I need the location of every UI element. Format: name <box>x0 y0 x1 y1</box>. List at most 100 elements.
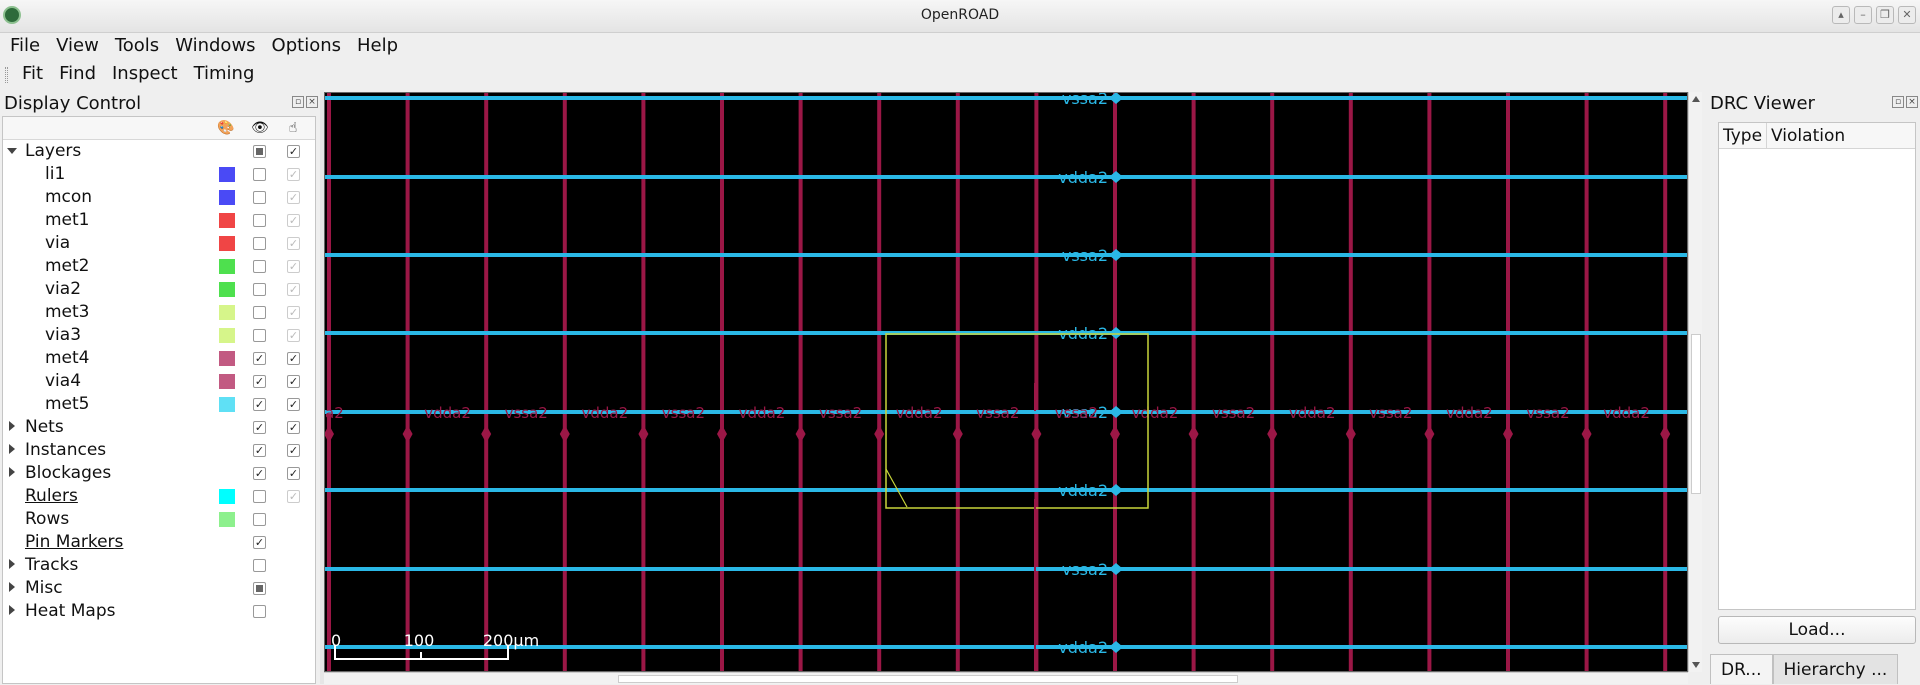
selectable-checkbox[interactable]: ✓ <box>287 375 300 388</box>
selectable-checkbox[interactable]: ✓ <box>287 168 300 181</box>
visible-checkbox[interactable] <box>253 605 266 618</box>
visible-checkbox[interactable] <box>253 214 266 227</box>
inspect-button[interactable]: Inspect <box>104 59 186 89</box>
color-swatch[interactable] <box>219 489 235 504</box>
horizontal-scrollbar[interactable] <box>324 672 1688 684</box>
tree-row-nets[interactable]: Nets ✓ ✓ <box>3 416 315 439</box>
tree-row-rows[interactable]: Rows <box>3 508 315 531</box>
visible-checkbox[interactable] <box>253 168 266 181</box>
visible-checkbox[interactable] <box>253 237 266 250</box>
selectable-checkbox[interactable]: ✓ <box>287 145 300 158</box>
selectable-checkbox[interactable]: ✓ <box>287 214 300 227</box>
vertical-scroll-thumb[interactable] <box>1691 334 1701 494</box>
color-swatch[interactable] <box>219 259 235 274</box>
expand-right-icon[interactable] <box>9 421 15 431</box>
selectable-checkbox[interactable]: ✓ <box>287 191 300 204</box>
visible-checkbox[interactable] <box>253 559 266 572</box>
visible-checkbox[interactable]: ✓ <box>253 421 266 434</box>
selectable-checkbox[interactable]: ✓ <box>287 237 300 250</box>
color-swatch[interactable] <box>219 374 235 389</box>
expand-down-icon[interactable] <box>7 148 17 154</box>
tree-row-mcon[interactable]: mcon ✓ <box>3 186 315 209</box>
close-dock-icon[interactable]: × <box>1906 96 1918 108</box>
tab-hierarchy[interactable]: Hierarchy ... <box>1772 654 1899 684</box>
layout-viewer[interactable]: vssa2 vdda2 vssa2 vdda2 vssa2 vdda2 vssa2 vdda2… <box>324 92 1688 672</box>
close-icon[interactable]: ✕ <box>1898 6 1916 24</box>
horizontal-scroll-thumb[interactable] <box>618 675 1238 683</box>
visible-checkbox[interactable] <box>253 513 266 526</box>
tree-row-heat-maps[interactable]: Heat Maps <box>3 600 315 623</box>
visible-checkbox[interactable] <box>253 283 266 296</box>
visible-checkbox[interactable] <box>253 306 266 319</box>
fit-button[interactable]: Fit <box>14 59 51 89</box>
visible-checkbox[interactable]: ✓ <box>253 536 266 549</box>
find-button[interactable]: Find <box>51 59 104 89</box>
tree-row-layers[interactable]: Layers ✓ <box>3 140 315 163</box>
tree-row-met4[interactable]: met4 ✓ ✓ <box>3 347 315 370</box>
color-swatch[interactable] <box>219 282 235 297</box>
visible-checkbox[interactable]: ✓ <box>253 352 266 365</box>
menu-tools[interactable]: Tools <box>107 33 167 59</box>
color-swatch[interactable] <box>219 190 235 205</box>
color-swatch[interactable] <box>219 397 235 412</box>
tree-row-via4[interactable]: via4 ✓ ✓ <box>3 370 315 393</box>
tree-row-rulers[interactable]: Rulers ✓ <box>3 485 315 508</box>
visible-checkbox[interactable] <box>253 582 266 595</box>
display-control-tree[interactable]: 🎨 👁 ☝ Layers ✓ li1 ✓ mcon ✓ met1 ✓ via ✓ met2 ✓ via2… <box>2 116 316 684</box>
selectable-checkbox[interactable]: ✓ <box>287 421 300 434</box>
menu-windows[interactable]: Windows <box>167 33 263 59</box>
drc-table[interactable]: Type Violation <box>1718 122 1916 610</box>
visible-checkbox[interactable] <box>253 260 266 273</box>
visible-checkbox[interactable] <box>253 490 266 503</box>
color-swatch[interactable] <box>219 305 235 320</box>
tree-row-met1[interactable]: met1 ✓ <box>3 209 315 232</box>
color-swatch[interactable] <box>219 167 235 182</box>
selectable-checkbox[interactable]: ✓ <box>287 490 300 503</box>
tree-row-met3[interactable]: met3 ✓ <box>3 301 315 324</box>
minimize-icon[interactable]: – <box>1854 6 1872 24</box>
color-swatch[interactable] <box>219 351 235 366</box>
tree-row-instances[interactable]: Instances ✓ ✓ <box>3 439 315 462</box>
color-swatch[interactable] <box>219 236 235 251</box>
column-type[interactable]: Type <box>1719 123 1768 148</box>
load-button[interactable]: Load... <box>1718 616 1916 644</box>
menu-options[interactable]: Options <box>264 33 349 59</box>
selectable-checkbox[interactable]: ✓ <box>287 260 300 273</box>
layout-canvas[interactable]: vssa2 vdda2 vssa2 vdda2 vssa2 vdda2 vssa2 vdda2… <box>325 93 1688 672</box>
timing-button[interactable]: Timing <box>186 59 263 89</box>
visible-checkbox[interactable] <box>253 329 266 342</box>
expand-right-icon[interactable] <box>9 605 15 615</box>
expand-right-icon[interactable] <box>9 559 15 569</box>
restore-icon[interactable]: ❐ <box>1876 6 1894 24</box>
selectable-checkbox[interactable]: ✓ <box>287 352 300 365</box>
selectable-checkbox[interactable]: ✓ <box>287 306 300 319</box>
visible-checkbox[interactable]: ✓ <box>253 375 266 388</box>
selectable-checkbox[interactable]: ✓ <box>287 329 300 342</box>
tree-row-pin-markers[interactable]: Pin Markers ✓ <box>3 531 315 554</box>
close-dock-icon[interactable]: × <box>306 96 318 108</box>
menu-help[interactable]: Help <box>349 33 406 59</box>
toolbar-grip-icon[interactable] <box>5 67 8 83</box>
selectable-checkbox[interactable]: ✓ <box>287 283 300 296</box>
float-dock-icon[interactable]: ▫ <box>1892 96 1904 108</box>
tree-row-blockages[interactable]: Blockages ✓ ✓ <box>3 462 315 485</box>
tree-row-misc[interactable]: Misc <box>3 577 315 600</box>
menu-view[interactable]: View <box>48 33 107 59</box>
selectable-checkbox[interactable]: ✓ <box>287 398 300 411</box>
color-swatch[interactable] <box>219 213 235 228</box>
visible-checkbox[interactable]: ✓ <box>253 467 266 480</box>
color-swatch[interactable] <box>219 328 235 343</box>
color-swatch[interactable] <box>219 512 235 527</box>
scroll-up-icon[interactable] <box>1692 96 1700 102</box>
tree-row-tracks[interactable]: Tracks <box>3 554 315 577</box>
tree-row-met5[interactable]: met5 ✓ ✓ <box>3 393 315 416</box>
visible-checkbox[interactable] <box>253 145 266 158</box>
expand-right-icon[interactable] <box>9 467 15 477</box>
menu-file[interactable]: File <box>2 33 48 59</box>
tree-row-via[interactable]: via ✓ <box>3 232 315 255</box>
scroll-down-icon[interactable] <box>1692 662 1700 668</box>
tree-row-via3[interactable]: via3 ✓ <box>3 324 315 347</box>
vertical-scrollbar[interactable] <box>1688 92 1702 672</box>
visible-checkbox[interactable] <box>253 191 266 204</box>
tree-row-li1[interactable]: li1 ✓ <box>3 163 315 186</box>
